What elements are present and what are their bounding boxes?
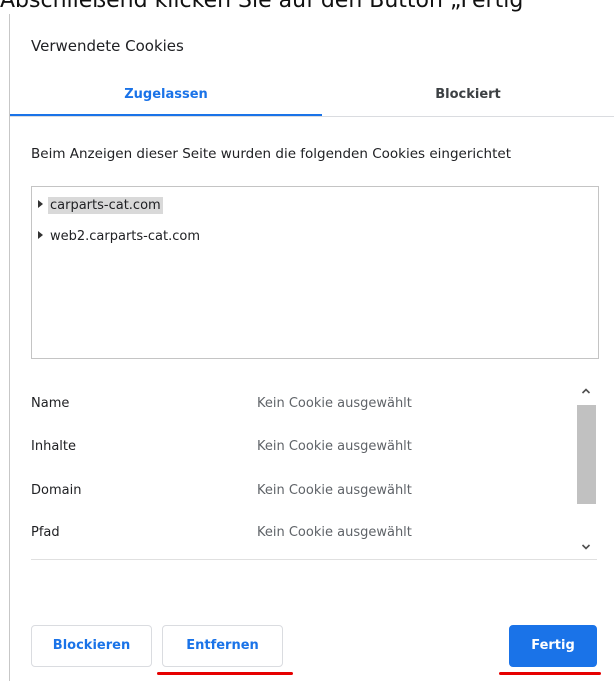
page: Abschließend klicken Sie auf den Button … xyxy=(0,0,614,681)
detail-value: Kein Cookie ausgewählt xyxy=(257,483,412,498)
detail-value: Kein Cookie ausgewählt xyxy=(257,525,412,540)
tree-item-carparts-cat[interactable]: carparts-cat.com xyxy=(38,195,163,217)
cookie-tree: carparts-cat.com web2.carparts-cat.com xyxy=(31,186,599,359)
tab-allowed[interactable]: Zugelassen xyxy=(10,79,322,115)
detail-value: Kein Cookie ausgewählt xyxy=(257,396,412,411)
tab-bar: Zugelassen Blockiert xyxy=(10,79,614,117)
detail-value: Kein Cookie ausgewählt xyxy=(257,439,412,454)
cookies-description: Beim Anzeigen dieser Seite wurden die fo… xyxy=(31,146,512,162)
done-highlight-underline xyxy=(499,672,601,675)
expand-arrow-icon[interactable] xyxy=(38,200,43,208)
done-button[interactable]: Fertig xyxy=(509,625,597,667)
details-divider xyxy=(31,559,597,560)
scrollbar-thumb[interactable] xyxy=(577,405,596,504)
instruction-text: Abschließend klicken Sie auf den Button … xyxy=(0,0,524,13)
tree-item-label: carparts-cat.com xyxy=(48,197,163,214)
cookie-details: Name Kein Cookie ausgewählt Inhalte Kein… xyxy=(31,380,597,558)
tree-item-web2-carparts-cat[interactable]: web2.carparts-cat.com xyxy=(38,226,202,248)
detail-label: Inhalte xyxy=(31,439,76,454)
expand-arrow-icon[interactable] xyxy=(38,231,43,239)
detail-label: Name xyxy=(31,396,70,411)
chevron-up-icon[interactable] xyxy=(581,386,591,396)
block-button[interactable]: Blockieren xyxy=(31,625,152,667)
tab-divider xyxy=(10,116,614,117)
tree-item-label: web2.carparts-cat.com xyxy=(50,229,200,244)
dialog-title: Verwendete Cookies xyxy=(31,37,184,55)
detail-label: Domain xyxy=(31,483,82,498)
remove-button[interactable]: Entfernen xyxy=(162,625,283,667)
details-scrollbar[interactable] xyxy=(576,380,596,558)
detail-label: Pfad xyxy=(31,525,60,540)
chevron-down-icon[interactable] xyxy=(581,542,591,552)
tab-blocked[interactable]: Blockiert xyxy=(322,79,614,115)
remove-highlight-underline xyxy=(157,672,293,675)
